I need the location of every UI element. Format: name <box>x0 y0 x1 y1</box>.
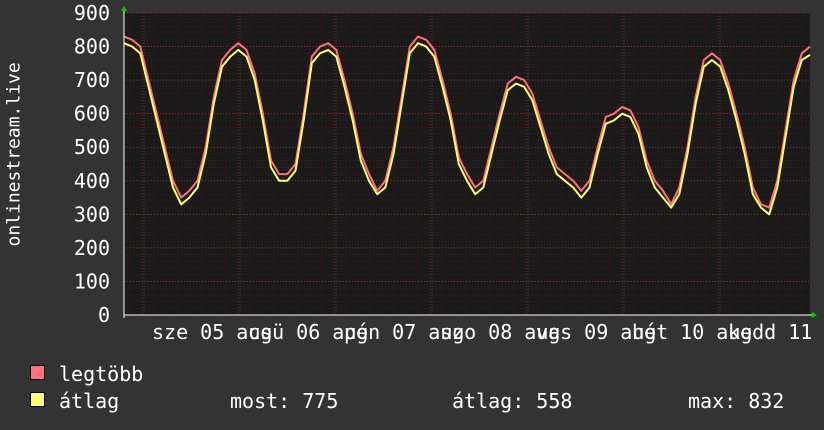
y-tick-label: 300 <box>74 202 110 226</box>
stat-max: max: 832 <box>688 389 785 413</box>
y-tick-labels: 0 100 200 300 400 500 600 700 800 900 <box>74 1 110 327</box>
legend-label: legtöbb <box>59 362 144 386</box>
y-axis-label: onlinestream.live <box>3 62 25 247</box>
x-tick-label: kedd 11 aug <box>728 320 824 344</box>
line-chart: 0 100 200 300 400 500 600 700 800 900 sze 05 augc… <box>74 1 824 344</box>
y-tick-label: 100 <box>74 269 110 293</box>
legend-item-legtobb: legtöbb <box>30 362 143 386</box>
y-tick-label: 900 <box>74 1 110 25</box>
y-tick-label: 700 <box>74 68 110 92</box>
stat-now: most: 775 <box>230 389 339 413</box>
y-tick-label: 400 <box>74 169 110 193</box>
y-tick-label: 600 <box>74 102 110 126</box>
y-tick-label: 200 <box>74 236 110 260</box>
legend-item-atlag: átlag <box>30 389 119 413</box>
y-tick-label: 0 <box>98 303 110 327</box>
legend-swatch <box>30 392 45 407</box>
y-tick-label: 500 <box>74 135 110 159</box>
x-tick-labels: sze 05 augcsü 06 augpén 07 augszo 08 aug… <box>152 320 824 344</box>
legend-swatch <box>30 365 45 380</box>
y-tick-label: 800 <box>74 35 110 59</box>
y-axis-arrow <box>121 6 127 11</box>
x-axis-arrow <box>812 312 817 318</box>
stat-average: átlag: 558 <box>452 389 573 413</box>
legend-label: átlag <box>59 389 120 413</box>
